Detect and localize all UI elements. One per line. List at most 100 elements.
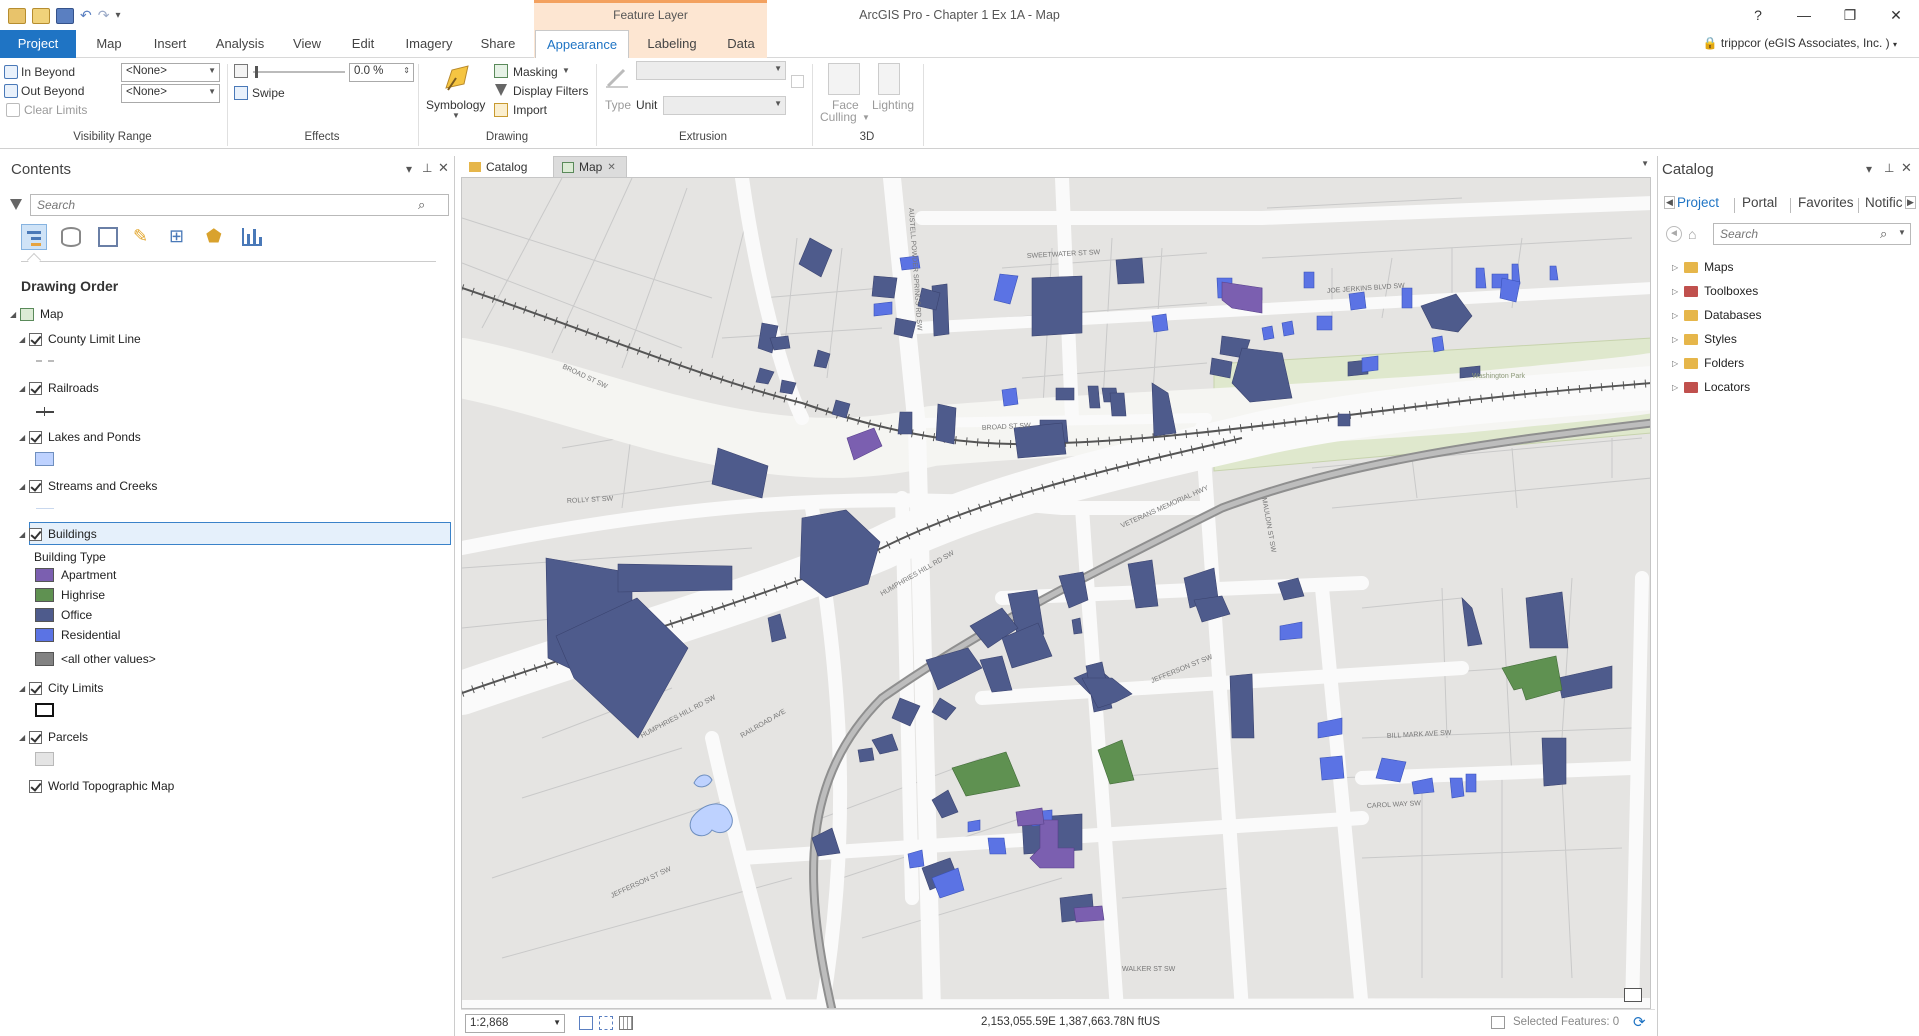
catalog-item[interactable]: ▷ Styles <box>1672 328 1737 350</box>
toc-layer-county-limit-line[interactable]: ◢ County Limit Line <box>19 329 141 349</box>
toc-layer-lakes-and-ponds[interactable]: ◢ Lakes and Ponds <box>19 427 141 447</box>
back-icon[interactable]: ◄ <box>1666 226 1682 242</box>
in-beyond-button[interactable]: In Beyond <box>21 65 75 79</box>
spinner-icon[interactable]: ⇕ <box>403 66 410 75</box>
list-by-selection-icon[interactable] <box>98 227 118 247</box>
tab-insert[interactable]: Insert <box>144 30 196 58</box>
tab-project[interactable]: Project <box>0 30 76 58</box>
scale-dropdown[interactable]: 1:2,868 ▼ <box>465 1014 565 1033</box>
tab-share[interactable]: Share <box>472 30 524 58</box>
tab-map[interactable]: Map <box>84 30 134 58</box>
toc-layer-streams-and-creeks[interactable]: ◢ Streams and Creeks <box>19 476 157 496</box>
symbology-button[interactable]: Symbology <box>426 98 485 112</box>
extrusion-type-icon[interactable] <box>606 66 628 88</box>
import-button[interactable]: Import <box>513 103 547 117</box>
tab-analysis[interactable]: Analysis <box>208 30 272 58</box>
extrusion-unit-dropdown[interactable]: ▼ <box>663 96 786 115</box>
extrusion-type-button[interactable]: Type <box>605 98 631 112</box>
chevron-down-icon[interactable]: ▼ <box>1898 228 1906 237</box>
catalog-item[interactable]: ▷ Toolboxes <box>1672 280 1758 302</box>
tab-project[interactable]: Project <box>1677 195 1719 210</box>
visibility-checkbox[interactable] <box>29 430 42 444</box>
tab-labeling[interactable]: Labeling <box>638 30 706 58</box>
tab-data[interactable]: Data <box>716 30 766 58</box>
lighting-icon[interactable] <box>878 63 900 95</box>
selected-features-count[interactable]: Selected Features: 0 <box>1513 1016 1619 1028</box>
scroll-tabs-left-icon[interactable]: ◀ <box>1664 196 1675 209</box>
map-notes-icon[interactable] <box>1624 988 1642 1002</box>
visibility-checkbox[interactable] <box>29 527 42 541</box>
expand-icon[interactable]: ▷ <box>1672 359 1678 368</box>
list-by-editing-icon[interactable]: ✎ <box>133 226 148 247</box>
close-icon[interactable]: ✕ <box>607 162 615 173</box>
visibility-checkbox[interactable] <box>29 332 42 346</box>
expand-icon[interactable]: ◢ <box>19 530 29 539</box>
display-filters-button[interactable]: Display Filters <box>513 84 588 98</box>
lighting-button[interactable]: Lighting <box>872 98 914 112</box>
in-beyond-scale-dropdown[interactable]: <None> ▼ <box>121 63 220 82</box>
visibility-checkbox[interactable] <box>29 681 42 695</box>
close-button[interactable]: ✕ <box>1873 4 1919 26</box>
expand-icon[interactable]: ◢ <box>19 733 29 742</box>
tab-favorites[interactable]: Favorites <box>1798 195 1854 210</box>
catalog-item[interactable]: ▷ Databases <box>1672 304 1762 326</box>
extrusion-expression-dropdown[interactable]: ▼ <box>636 61 786 80</box>
expand-icon[interactable]: ▷ <box>1672 335 1678 344</box>
list-by-drawing-order-icon[interactable] <box>21 224 47 250</box>
close-icon[interactable]: ✕ <box>1901 160 1912 176</box>
pane-options-icon[interactable]: ▾ <box>1866 162 1872 176</box>
tab-catalog-view[interactable]: Catalog <box>461 156 549 178</box>
legend-swatch[interactable] <box>35 652 54 666</box>
visibility-checkbox[interactable] <box>29 779 42 793</box>
close-icon[interactable]: ✕ <box>438 160 449 176</box>
pin-icon[interactable]: ⊥ <box>1884 161 1894 175</box>
face-culling-label-2[interactable]: Culling <box>820 110 857 124</box>
toc-layer-railroads[interactable]: ◢ Railroads <box>19 378 99 398</box>
pane-options-icon[interactable]: ▾ <box>406 162 412 176</box>
tab-appearance[interactable]: Appearance <box>535 30 629 59</box>
expand-icon[interactable]: ◢ <box>19 684 29 693</box>
visibility-checkbox[interactable] <box>29 479 42 493</box>
legend-swatch[interactable] <box>35 588 54 602</box>
expand-icon[interactable]: ▷ <box>1672 287 1678 296</box>
toc-map[interactable]: ◢ Map <box>10 304 63 324</box>
tab-portal[interactable]: Portal <box>1742 195 1777 210</box>
slider-thumb[interactable] <box>255 66 258 78</box>
minimize-button[interactable]: — <box>1781 4 1827 26</box>
expand-icon[interactable]: ◢ <box>19 433 29 442</box>
list-by-charts-icon[interactable] <box>242 228 262 246</box>
toc-layer-world-topographic-map[interactable]: World Topographic Map <box>29 776 174 796</box>
out-beyond-scale-dropdown[interactable]: <None> ▼ <box>121 84 220 103</box>
toc-layer-city-limits[interactable]: ◢ City Limits <box>19 678 103 698</box>
clear-limits-button[interactable]: Clear Limits <box>24 103 87 117</box>
catalog-item[interactable]: ▷ Folders <box>1672 352 1744 374</box>
search-icon[interactable]: ⌕ <box>1880 226 1887 242</box>
legend-swatch[interactable] <box>35 568 54 582</box>
map-view[interactable]: SWEETWATER ST SW JOE JERKINS BLVD SW BRO… <box>461 177 1651 1009</box>
full-extent-icon[interactable] <box>599 1016 613 1030</box>
tab-notifications[interactable]: Notific <box>1865 195 1909 210</box>
expand-icon[interactable]: ◢ <box>19 384 29 393</box>
visibility-checkbox[interactable] <box>29 730 42 744</box>
home-icon[interactable]: ⌂ <box>1688 226 1696 242</box>
tab-edit[interactable]: Edit <box>340 30 386 58</box>
refresh-icon[interactable]: ⟳ <box>1633 1013 1646 1031</box>
filter-icon[interactable] <box>10 199 22 210</box>
search-icon[interactable]: ⌕ <box>418 197 425 213</box>
catalog-item[interactable]: ▷ Maps <box>1672 256 1734 278</box>
expand-icon[interactable]: ▷ <box>1672 263 1678 272</box>
masking-button[interactable]: Masking <box>513 65 558 79</box>
contents-search-input[interactable]: Search <box>30 194 449 216</box>
swipe-button[interactable]: Swipe <box>252 86 285 100</box>
expand-icon[interactable]: ◢ <box>19 482 29 491</box>
list-by-source-icon[interactable] <box>61 227 81 247</box>
tab-list-dropdown-icon[interactable]: ▼ <box>1641 159 1649 168</box>
toc-layer-parcels[interactable]: ◢ Parcels <box>19 727 88 747</box>
catalog-item[interactable]: ▷ Locators <box>1672 376 1750 398</box>
toc-layer-buildings[interactable]: ◢ Buildings <box>19 524 97 544</box>
tab-imagery[interactable]: Imagery <box>398 30 460 58</box>
symbology-icon[interactable] <box>442 64 472 92</box>
expand-icon[interactable]: ◢ <box>19 335 29 344</box>
maximize-button[interactable]: ❐ <box>1827 4 1873 26</box>
visibility-checkbox[interactable] <box>29 381 42 395</box>
